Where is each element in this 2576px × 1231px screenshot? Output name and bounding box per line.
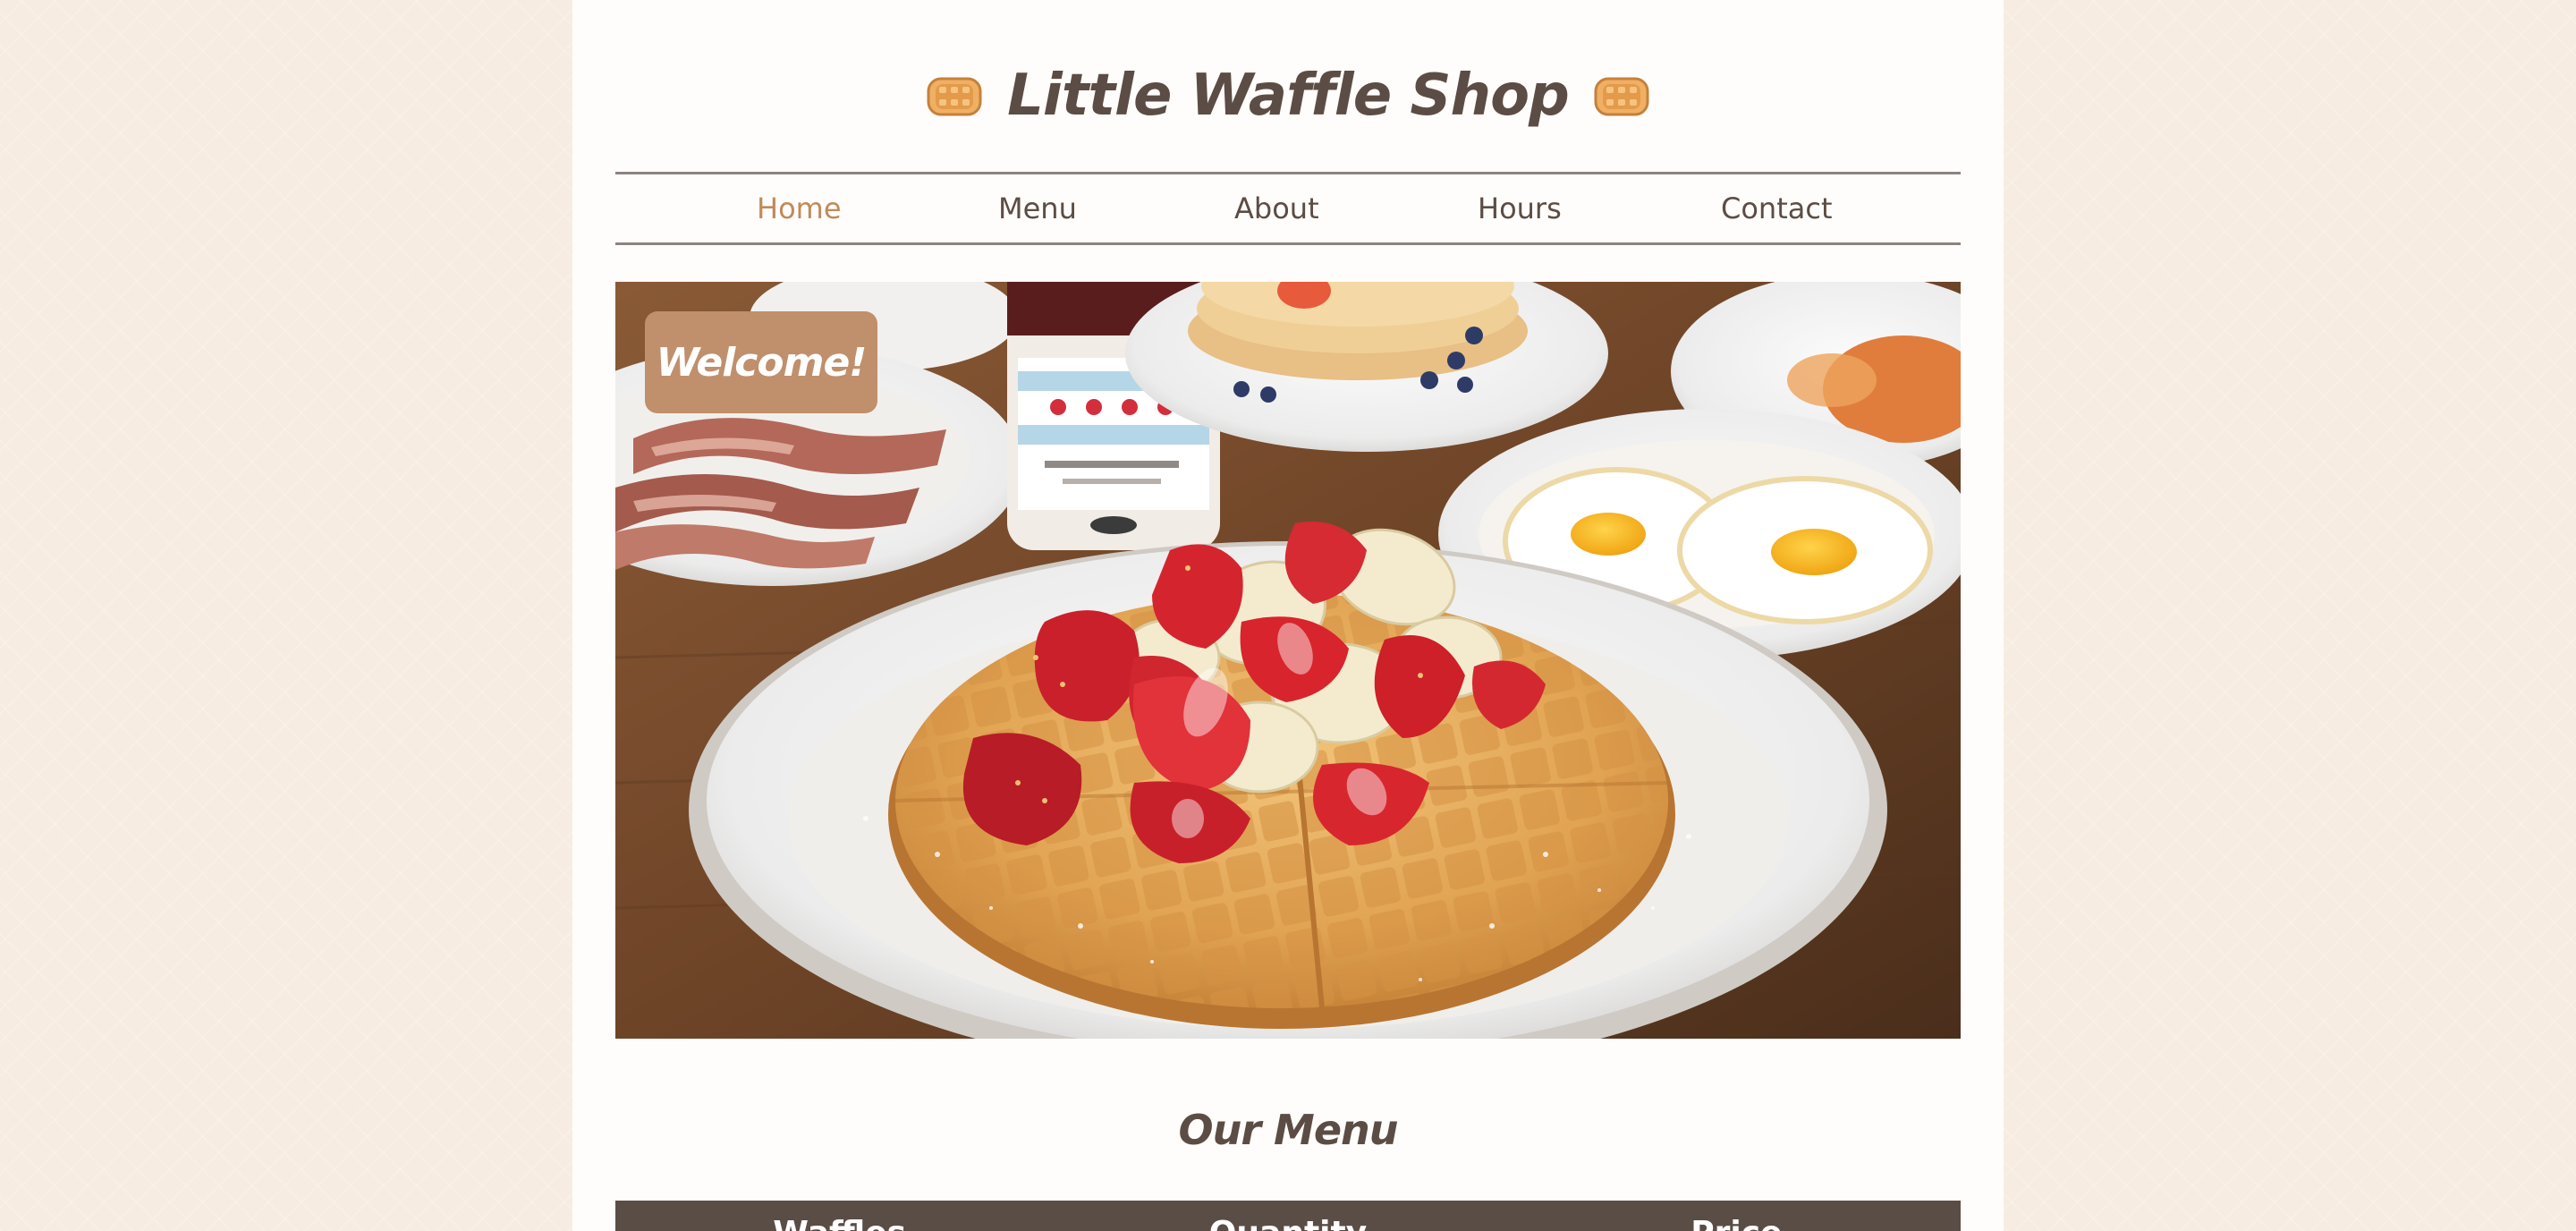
waffle-icon xyxy=(1594,77,1649,116)
nav-home[interactable]: Home xyxy=(757,174,842,242)
main-nav: Home Menu About Hours Contact xyxy=(615,172,1961,245)
nav-contact[interactable]: Contact xyxy=(1721,174,1833,242)
site-title: Little Waffle Shop xyxy=(1007,63,1570,129)
column-header-price: Price xyxy=(1513,1201,1961,1231)
nav-hours[interactable]: Hours xyxy=(1478,174,1562,242)
table-header-row: Waffles Quantity Price xyxy=(615,1201,1961,1231)
nav-about[interactable]: About xyxy=(1234,174,1319,242)
menu-table: Waffles Quantity Price xyxy=(615,1201,1961,1231)
waffle-icon xyxy=(927,77,982,116)
welcome-badge: Welcome! xyxy=(645,311,877,413)
hero-image: Welcome! xyxy=(615,282,1961,1039)
column-header-waffles: Waffles xyxy=(615,1201,1063,1231)
column-header-quantity: Quantity xyxy=(1063,1201,1512,1231)
site-header: Little Waffle Shop xyxy=(572,55,2004,136)
nav-menu[interactable]: Menu xyxy=(998,174,1077,242)
menu-section-title: Our Menu xyxy=(1178,1106,1398,1154)
page-container: Little Waffle Shop Home Menu About Hours… xyxy=(572,0,2004,1231)
